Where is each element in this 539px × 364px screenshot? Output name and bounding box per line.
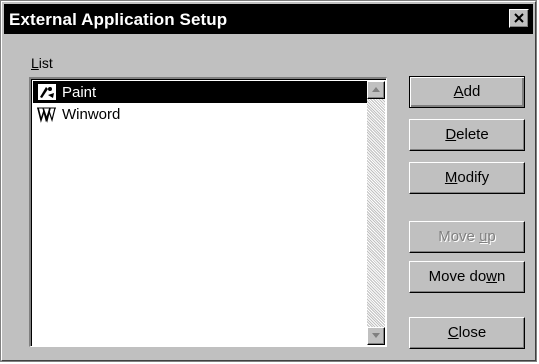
paint-app-icon	[36, 83, 58, 101]
scroll-up-button[interactable]	[367, 81, 385, 99]
application-listbox[interactable]: Paint Winword	[29, 77, 387, 347]
winword-app-icon	[36, 105, 58, 123]
list-item-paint[interactable]: Paint	[33, 81, 367, 103]
scroll-down-button[interactable]	[367, 327, 385, 345]
delete-button[interactable]: Delete	[409, 119, 525, 151]
list-label: List	[31, 55, 53, 71]
move-up-button[interactable]: Move up	[409, 221, 525, 253]
close-window-button[interactable]	[509, 9, 529, 28]
dialog-title: External Application Setup	[9, 10, 228, 29]
close-button[interactable]: Close	[409, 317, 525, 349]
title-bar[interactable]: External Application Setup	[4, 4, 533, 34]
list-item-winword[interactable]: Winword	[33, 103, 367, 125]
vertical-scrollbar[interactable]	[367, 81, 385, 345]
modify-button[interactable]: Modify	[409, 162, 525, 194]
arrow-down-icon	[372, 333, 380, 338]
arrow-up-icon	[372, 87, 380, 92]
list-item-label: Paint	[62, 83, 97, 101]
external-application-setup-dialog: External Application Setup List Paint Wi…	[0, 0, 537, 362]
list-item-label: Winword	[62, 105, 121, 123]
close-x-icon	[514, 13, 524, 23]
move-down-button[interactable]: Move down	[409, 261, 525, 293]
add-button[interactable]: Add	[409, 76, 525, 108]
